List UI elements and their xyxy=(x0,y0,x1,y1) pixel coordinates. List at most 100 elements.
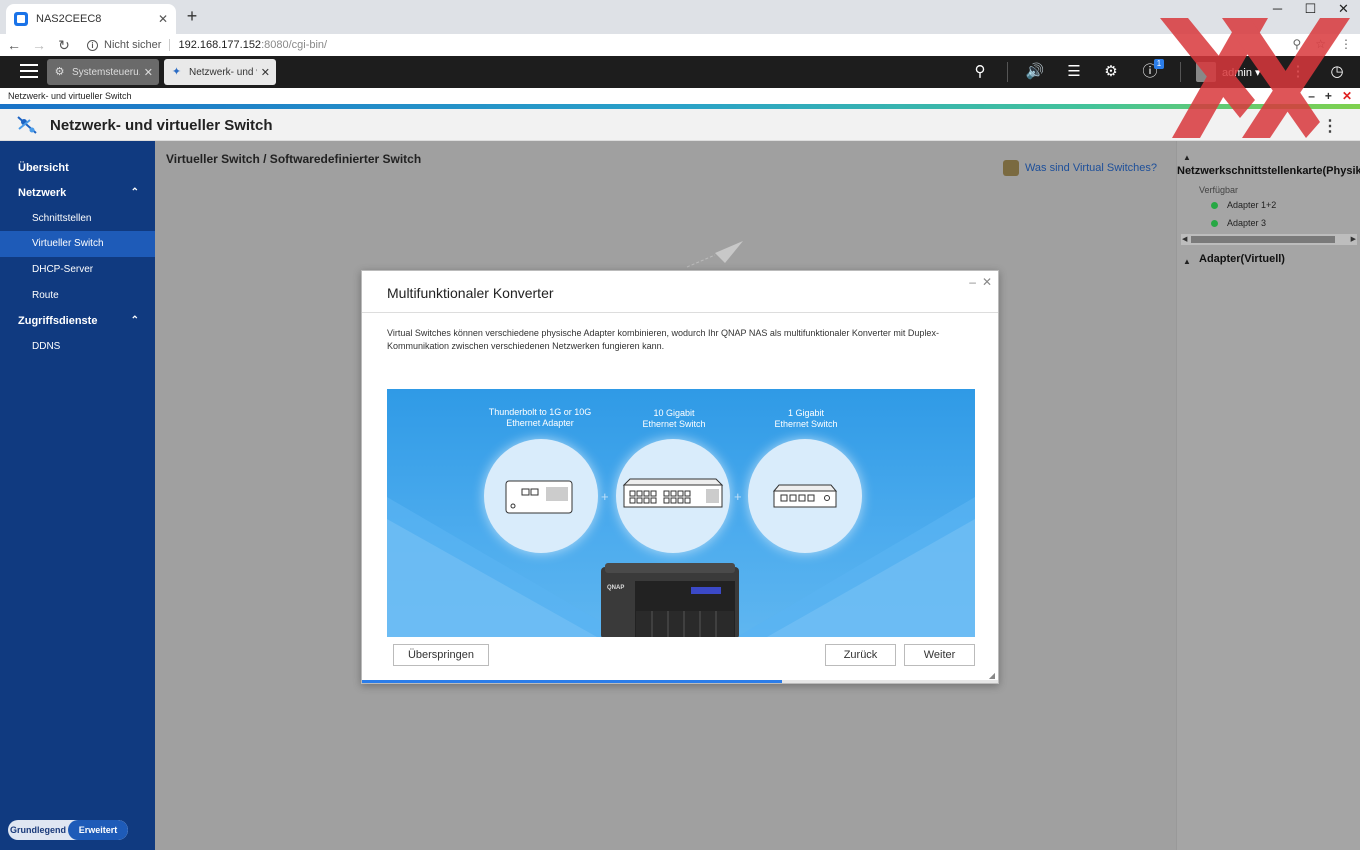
plus-icon: + xyxy=(601,489,609,504)
collapse-arrow-icon[interactable]: ▲ xyxy=(1183,153,1191,162)
sidebar-item-label: Route xyxy=(32,290,59,301)
page-title: Netzwerk- und virtueller Switch xyxy=(50,117,273,134)
scroll-right-icon[interactable]: ▶ xyxy=(1351,234,1356,245)
scrollbar-thumb[interactable] xyxy=(1191,236,1335,243)
sidebar-item-dhcp-server[interactable]: DHCP-Server xyxy=(0,257,155,283)
virtual-adapter-header: Adapter(Virtuell) xyxy=(1199,253,1285,265)
back-arrow-icon[interactable]: ← xyxy=(3,37,25,53)
dialog-description: Virtual Switches können verschiedene phy… xyxy=(387,328,939,351)
status-dot-icon xyxy=(1211,219,1218,227)
sidebar-item-interfaces[interactable]: Schnittstellen xyxy=(0,206,155,232)
main-menu-icon[interactable] xyxy=(20,64,38,78)
external-device-icon[interactable]: ⚙ xyxy=(1100,62,1122,82)
security-text: Nicht sicher xyxy=(104,39,162,51)
qnap-favicon-icon xyxy=(14,12,28,26)
adapter-label: Adapter 3 xyxy=(1227,218,1267,228)
mode-advanced-option[interactable]: Erweitert xyxy=(68,820,128,840)
minimize-button[interactable]: ─ xyxy=(1261,0,1294,20)
gear-icon: ⚙ xyxy=(54,65,65,78)
wizard-progress-bar xyxy=(362,680,998,683)
horizontal-scrollbar[interactable]: ◀ ▶ xyxy=(1181,234,1357,245)
illustration-label-2: 10 Gigabit Ethernet Switch xyxy=(642,408,706,429)
sidebar-item-route[interactable]: Route xyxy=(0,283,155,309)
sidebar-item-label: Netzwerk xyxy=(18,187,67,199)
search-icon[interactable]: ⚲ xyxy=(969,62,991,82)
one-gigabit-switch-icon xyxy=(772,484,838,508)
more-options-icon[interactable]: ⋮ xyxy=(1287,62,1309,82)
list-item[interactable]: Adapter 1+2 xyxy=(1211,200,1276,210)
new-tab-button[interactable]: + xyxy=(182,6,202,27)
help-person-icon xyxy=(1002,160,1019,176)
mode-basic-option[interactable]: Grundlegend xyxy=(8,820,68,840)
browser-tab-bar: NAS2CEEC8 ✕ + ─ ☐ ✕ xyxy=(0,0,1360,34)
help-link[interactable]: Was sind Virtual Switches? xyxy=(1002,160,1157,176)
browser-menu-icon[interactable]: ⋮ xyxy=(1340,37,1352,51)
reload-icon[interactable]: ↻ xyxy=(53,37,75,54)
maximize-button[interactable]: ☐ xyxy=(1294,0,1327,20)
sidebar-item-overview[interactable]: Übersicht xyxy=(0,155,155,181)
dialog-controls: – ✕ xyxy=(969,275,992,289)
qts-tab-network[interactable]: ✦ Netzwerk- und v... ✕ xyxy=(164,59,276,85)
back-button[interactable]: Zurück xyxy=(825,644,896,666)
chevron-up-icon: ⌃ xyxy=(130,315,139,326)
close-icon[interactable]: ✕ xyxy=(1342,88,1352,104)
minimize-icon[interactable]: – xyxy=(969,275,976,289)
qts-top-bar: ⚙ Systemsteueru... ✕ ✦ Netzwerk- und v..… xyxy=(0,56,1360,88)
close-tab-icon[interactable]: ✕ xyxy=(158,12,168,26)
dashboard-icon[interactable]: ◷ xyxy=(1326,62,1348,82)
minimize-icon[interactable]: – xyxy=(1308,88,1315,104)
one-gigabit-switch-circle xyxy=(748,439,862,553)
sidebar-item-network[interactable]: Netzwerk ⌃ xyxy=(0,180,155,206)
browser-tab[interactable]: NAS2CEEC8 ✕ xyxy=(6,4,176,34)
resize-handle-icon[interactable]: ◢ xyxy=(989,671,995,680)
address-bar: ← → ↻ i Nicht sicher 192.168.177.152 :80… xyxy=(0,34,1360,56)
separator xyxy=(1007,62,1008,82)
url-host[interactable]: 192.168.177.152 xyxy=(178,39,261,51)
close-icon[interactable]: ✕ xyxy=(982,275,992,289)
progress-fill xyxy=(362,680,782,683)
more-options-icon[interactable]: ⋮ xyxy=(1322,116,1338,136)
close-icon[interactable]: ✕ xyxy=(261,66,270,79)
maximize-icon[interactable]: + xyxy=(1325,88,1332,104)
app-strip-title: Netzwerk- und virtueller Switch xyxy=(8,91,132,101)
forward-arrow-icon[interactable]: → xyxy=(28,37,50,53)
illustration-label-3: 1 Gigabit Ethernet Switch xyxy=(774,408,838,429)
nas-brand-text: QNAP xyxy=(607,585,624,591)
illustration-label-1: Thunderbolt to 1G or 10G Ethernet Adapte… xyxy=(488,407,592,428)
collapse-arrow-icon[interactable]: ▲ xyxy=(1183,257,1191,266)
right-panel: ▲ Netzwerkschnittstellenkarte(Physikalis… xyxy=(1176,141,1360,850)
mode-toggle[interactable]: Grundlegend Erweitert xyxy=(8,820,128,840)
user-menu[interactable]: admin ▾ xyxy=(1196,62,1261,82)
security-indicator[interactable]: i Nicht sicher xyxy=(87,39,161,51)
sidebar-item-ddns[interactable]: DDNS xyxy=(0,334,155,360)
scroll-left-icon[interactable]: ◀ xyxy=(1182,234,1187,245)
dialog-title: Multifunktionaler Konverter xyxy=(387,285,554,301)
qts-tab-systemsteuerung[interactable]: ⚙ Systemsteueru... ✕ xyxy=(47,59,159,85)
address-actions: ⚲ ☆ ⋮ xyxy=(1292,37,1352,51)
browser-tab-title: NAS2CEEC8 xyxy=(36,13,102,25)
separator xyxy=(1180,62,1181,82)
close-icon[interactable]: ✕ xyxy=(144,66,153,79)
sidebar-item-access-services[interactable]: Zugriffsdienste ⌃ xyxy=(0,308,155,334)
star-icon[interactable]: ☆ xyxy=(1315,37,1326,51)
next-button[interactable]: Weiter xyxy=(904,644,975,666)
app-window-strip: Netzwerk- und virtueller Switch – + ✕ xyxy=(0,88,1360,104)
list-item[interactable]: Adapter 3 xyxy=(1211,218,1266,228)
volume-icon[interactable]: 🔊 xyxy=(1024,62,1046,82)
window-close-button[interactable]: ✕ xyxy=(1327,0,1360,20)
skip-button[interactable]: Überspringen xyxy=(393,644,489,666)
ten-gigabit-switch-icon xyxy=(622,478,724,508)
key-icon[interactable]: ⚲ xyxy=(1292,37,1301,51)
sidebar-item-virtual-switch[interactable]: Virtueller Switch xyxy=(0,231,155,257)
thunderbolt-adapter-icon xyxy=(505,480,573,514)
plus-icon: + xyxy=(734,489,742,504)
qts-tab-label: Systemsteueru... xyxy=(72,66,140,78)
qts-tab-label: Netzwerk- und v... xyxy=(189,66,257,78)
background-tasks-icon[interactable]: ☰ xyxy=(1063,62,1085,82)
app-header: Netzwerk- und virtueller Switch ⋮ xyxy=(0,109,1360,141)
sidebar-item-label: Übersicht xyxy=(18,162,69,174)
wizard-dialog: – ✕ Multifunktionaler Konverter Virtual … xyxy=(361,270,999,684)
url-path[interactable]: :8080/cgi-bin/ xyxy=(261,39,327,51)
chevron-up-icon: ⌃ xyxy=(130,187,139,198)
sidebar-item-label: DHCP-Server xyxy=(32,264,94,275)
